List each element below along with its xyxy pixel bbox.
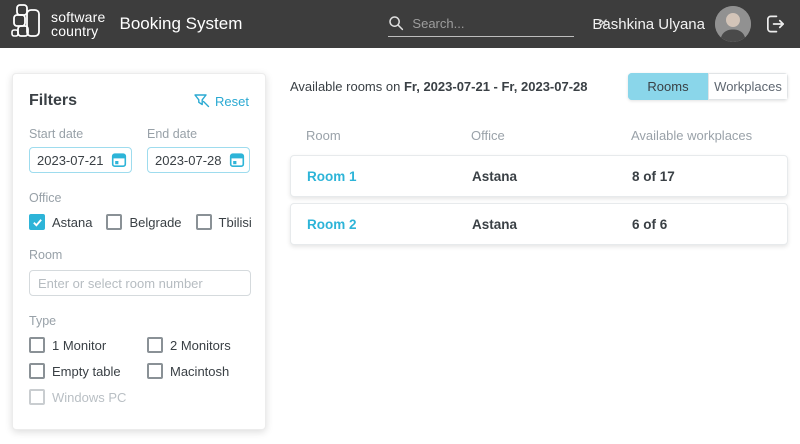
room-link[interactable]: Room 2 (307, 217, 472, 232)
start-date-label: Start date (29, 127, 132, 141)
checkbox[interactable] (29, 214, 45, 230)
filters-title: Filters (29, 92, 77, 110)
available-rooms-subtitle: Available rooms on Fr, 2023-07-21 - Fr, … (290, 79, 588, 94)
available-cell: 6 of 6 (632, 217, 787, 232)
tab-workplaces[interactable]: Workplaces (708, 73, 788, 100)
checkbox[interactable] (147, 363, 163, 379)
results-area: Available rooms on Fr, 2023-07-21 - Fr, … (290, 73, 788, 245)
column-header-room: Room (306, 128, 471, 143)
clear-search-icon[interactable]: ✕ (596, 16, 610, 30)
room-label: Room (29, 248, 249, 262)
table-row: Room 1 Astana 8 of 17 (290, 155, 788, 197)
page-title: Booking System (120, 14, 243, 34)
type-options: 1 Monitor 2 Monitors Empty table Macinto… (29, 337, 249, 405)
logout-icon[interactable] (765, 14, 786, 34)
filter-clear-icon (193, 93, 210, 109)
search-input[interactable] (412, 16, 588, 31)
room-link[interactable]: Room 1 (307, 169, 472, 184)
column-header-available: Available workplaces (631, 128, 788, 143)
checkbox[interactable] (29, 337, 45, 353)
office-label: Office (29, 191, 249, 205)
checkbox[interactable] (29, 363, 45, 379)
type-label: Type (29, 314, 249, 328)
office-cell: Astana (472, 169, 632, 184)
view-toggle: Rooms Workplaces (628, 73, 788, 100)
checkbox[interactable] (147, 337, 163, 353)
user-avatar[interactable] (715, 6, 751, 42)
checkbox-empty-table[interactable]: Empty table (29, 363, 147, 379)
room-number-input[interactable] (29, 270, 251, 296)
office-cell: Astana (472, 217, 632, 232)
office-options: Astana Belgrade Tbilisi (29, 214, 249, 230)
checkbox-windows-pc: Windows PC (29, 389, 147, 405)
search-icon (388, 15, 404, 31)
company-logo: software country (10, 3, 106, 46)
calendar-icon[interactable] (111, 152, 127, 173)
checkbox-2-monitors[interactable]: 2 Monitors (147, 337, 251, 353)
tab-rooms[interactable]: Rooms (628, 73, 708, 100)
column-header-office: Office (471, 128, 631, 143)
checkbox[interactable] (196, 214, 212, 230)
end-date-label: End date (147, 127, 250, 141)
table-header: Room Office Available workplaces (290, 128, 788, 143)
calendar-icon[interactable] (229, 152, 245, 173)
date-range: Fr, 2023-07-21 - Fr, 2023-07-28 (404, 79, 588, 94)
checkbox-tbilisi[interactable]: Tbilisi (196, 214, 252, 230)
checkbox-macintosh[interactable]: Macintosh (147, 363, 251, 379)
reset-filters-button[interactable]: Reset (193, 93, 249, 109)
search-bar: ✕ (388, 15, 574, 37)
table-row: Room 2 Astana 6 of 6 (290, 203, 788, 245)
checkbox-1-monitor[interactable]: 1 Monitor (29, 337, 147, 353)
app-header: software country Booking System ✕ Bashki… (0, 0, 800, 48)
filters-panel: Filters Reset Start date (12, 73, 266, 430)
checkbox-astana[interactable]: Astana (29, 214, 92, 230)
checkbox-belgrade[interactable]: Belgrade (106, 214, 181, 230)
checkbox[interactable] (106, 214, 122, 230)
company-logo-icon (10, 3, 46, 46)
checkbox (29, 389, 45, 405)
company-logo-text: software country (51, 10, 106, 38)
available-cell: 8 of 17 (632, 169, 787, 184)
